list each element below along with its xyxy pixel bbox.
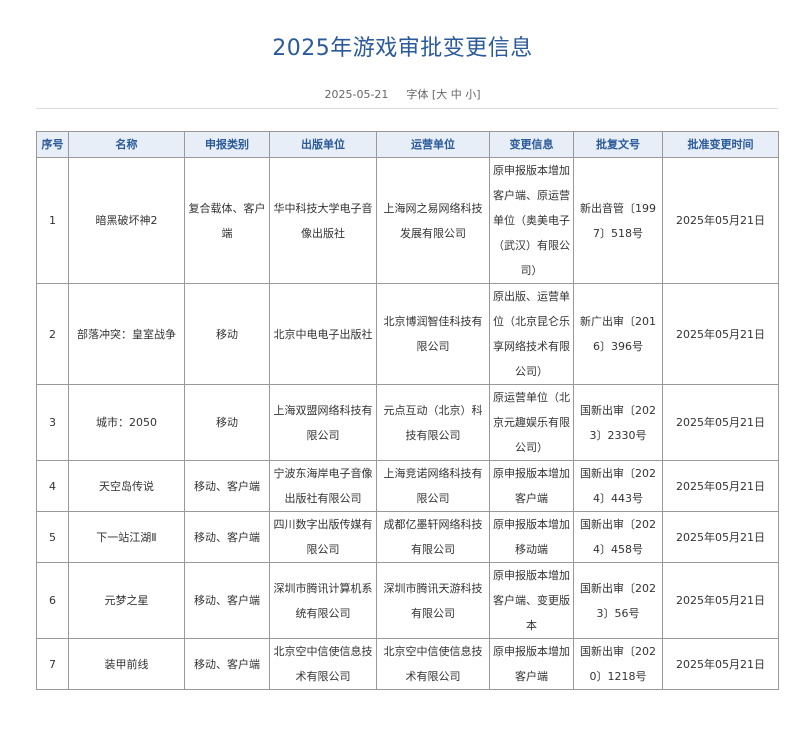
cell-no: 5 [36,511,69,563]
font-size-small-link[interactable]: 小 [465,88,476,101]
cell-operator: 元点互动（北京）科技有限公司 [376,384,490,461]
header-name: 名称 [68,131,185,158]
cell-name: 下一站江湖Ⅱ [68,511,185,563]
meta-bar: 2025-05-21 字体 [大 中 小] [0,86,805,102]
cell-change: 原申报版本增加客户端 [489,460,574,512]
header-time: 批准变更时间 [662,131,779,158]
cell-name: 暗黑破坏神2 [68,157,185,284]
cell-time: 2025年05月21日 [662,511,779,563]
cell-approval: 国新出审〔2020〕1218号 [573,638,663,690]
table-row: 7 装甲前线 移动、客户端 北京空中信使信息技术有限公司 北京空中信使信息技术有… [36,638,779,690]
title-divider [36,108,778,109]
table-row: 4 天空岛传说 移动、客户端 宁波东海岸电子音像出版社有限公司 上海竞诺网络科技… [36,460,779,512]
cell-no: 4 [36,460,69,512]
cell-approval: 国新出审〔2024〕443号 [573,460,663,512]
cell-approval: 国新出审〔2024〕458号 [573,511,663,563]
cell-name: 元梦之星 [68,562,185,639]
cell-time: 2025年05月21日 [662,157,779,284]
table-row: 6 元梦之星 移动、客户端 深圳市腾讯计算机系统有限公司 深圳市腾讯天游科技有限… [36,562,779,639]
cell-change: 原申报版本增加客户端、原运营单位（奥美电子（武汉）有限公司） [489,157,574,284]
cell-approval: 新广出审〔2016〕396号 [573,283,663,385]
cell-time: 2025年05月21日 [662,460,779,512]
cell-category: 移动 [184,283,270,385]
cell-category: 移动、客户端 [184,638,270,690]
publish-date: 2025-05-21 [324,88,389,101]
table-header-row: 序号 名称 申报类别 出版单位 运营单位 变更信息 批复文号 批准变更时间 [36,131,779,158]
table-row: 1 暗黑破坏神2 复合载体、客户端 华中科技大学电子音像出版社 上海网之易网络科… [36,157,779,284]
cell-publisher: 四川数字出版传媒有限公司 [269,511,377,563]
cell-operator: 北京博润智佳科技有限公司 [376,283,490,385]
cell-change: 原申报版本增加移动端 [489,511,574,563]
cell-category: 移动、客户端 [184,511,270,563]
cell-no: 3 [36,384,69,461]
cell-operator: 深圳市腾讯天游科技有限公司 [376,562,490,639]
cell-category: 复合载体、客户端 [184,157,270,284]
cell-category: 移动、客户端 [184,562,270,639]
cell-approval: 国新出审〔2023〕2330号 [573,384,663,461]
cell-operator: 成都亿墨轩网络科技有限公司 [376,511,490,563]
cell-approval: 国新出审〔2023〕56号 [573,562,663,639]
header-category: 申报类别 [184,131,270,158]
table-row: 3 城市：2050 移动 上海双盟网络科技有限公司 元点互动（北京）科技有限公司… [36,384,779,461]
page-title: 2025年游戏审批变更信息 [272,36,533,61]
table-row: 5 下一站江湖Ⅱ 移动、客户端 四川数字出版传媒有限公司 成都亿墨轩网络科技有限… [36,511,779,563]
cell-publisher: 北京中电电子出版社 [269,283,377,385]
font-bracket-close: ] [476,88,481,101]
cell-change: 原申报版本增加客户端 [489,638,574,690]
table-row: 2 部落冲突：皇室战争 移动 北京中电电子出版社 北京博润智佳科技有限公司 原出… [36,283,779,385]
cell-name: 部落冲突：皇室战争 [68,283,185,385]
cell-change: 原运营单位（北京元趣娱乐有限公司） [489,384,574,461]
cell-change: 原出版、运营单位（北京昆仑乐享网络技术有限公司） [489,283,574,385]
cell-change: 原申报版本增加客户端、变更版本 [489,562,574,639]
cell-no: 1 [36,157,69,284]
cell-approval: 新出音管〔1997〕518号 [573,157,663,284]
cell-time: 2025年05月21日 [662,638,779,690]
header-no: 序号 [36,131,69,158]
approval-table: 序号 名称 申报类别 出版单位 运营单位 变更信息 批复文号 批准变更时间 1 … [36,131,779,690]
cell-time: 2025年05月21日 [662,562,779,639]
cell-category: 移动、客户端 [184,460,270,512]
cell-name: 城市：2050 [68,384,185,461]
cell-time: 2025年05月21日 [662,384,779,461]
cell-no: 6 [36,562,69,639]
header-operator: 运营单位 [376,131,490,158]
header-change: 变更信息 [489,131,574,158]
cell-publisher: 华中科技大学电子音像出版社 [269,157,377,284]
cell-time: 2025年05月21日 [662,283,779,385]
cell-operator: 北京空中信使信息技术有限公司 [376,638,490,690]
cell-no: 7 [36,638,69,690]
font-size-label: 字体 [406,88,429,101]
cell-name: 天空岛传说 [68,460,185,512]
cell-publisher: 宁波东海岸电子音像出版社有限公司 [269,460,377,512]
cell-publisher: 上海双盟网络科技有限公司 [269,384,377,461]
cell-publisher: 北京空中信使信息技术有限公司 [269,638,377,690]
cell-operator: 上海竞诺网络科技有限公司 [376,460,490,512]
cell-name: 装甲前线 [68,638,185,690]
cell-publisher: 深圳市腾讯计算机系统有限公司 [269,562,377,639]
cell-operator: 上海网之易网络科技发展有限公司 [376,157,490,284]
cell-no: 2 [36,283,69,385]
header-approval: 批复文号 [573,131,663,158]
cell-category: 移动 [184,384,270,461]
header-publisher: 出版单位 [269,131,377,158]
font-size-large-link[interactable]: 大 [436,88,447,101]
font-size-medium-link[interactable]: 中 [451,88,462,101]
